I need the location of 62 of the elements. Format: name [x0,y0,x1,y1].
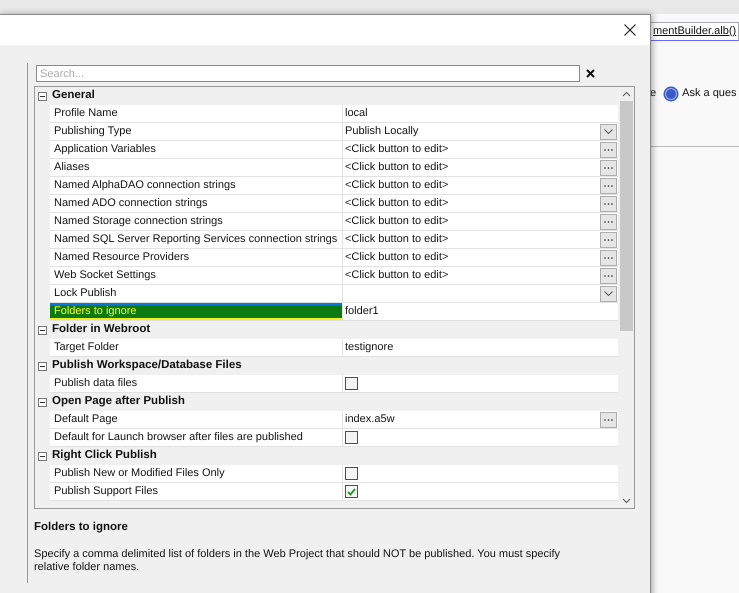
property-name[interactable]: Web Socket Settings [50,267,342,285]
collapse-toggle[interactable] [38,362,47,370]
help-link[interactable]: Ask a ques [682,85,737,102]
minus-icon [40,94,45,98]
ellipsis-button[interactable] [600,142,617,158]
search-field[interactable]: Search... [36,65,580,82]
property-name[interactable]: Named Storage connection strings [50,213,342,231]
property-name[interactable]: Publishing Type [50,123,342,141]
minus-icon [40,400,45,404]
ellipsis-button[interactable] [600,160,617,176]
description-title: Folders to ignore [34,520,129,535]
property-name[interactable]: Folders to ignore [50,303,342,321]
group-header: General [52,88,95,104]
property-name[interactable]: Named Resource Providers [50,249,342,267]
property-name[interactable]: Named AlphaDAO connection strings [50,177,342,195]
check-icon [347,488,356,496]
property-name[interactable]: Aliases [50,159,342,177]
property-name[interactable]: Profile Name [50,105,342,123]
group-header: Open Page after Publish [52,394,185,410]
minus-icon [40,328,45,332]
description-text: Specify a comma delimited list of folders in the Web Project that should NOT be published. You must specify relative folder names. [34,548,562,574]
property-name[interactable]: Default for Launch browser after files are published [50,429,342,447]
property-name[interactable]: Publish data files [50,375,342,393]
group-header: Right Click Publish [52,448,157,464]
minus-icon [40,364,45,368]
property-value[interactable]: index.a5w [345,411,395,428]
ellipsis-button[interactable] [600,250,617,266]
chevron-down-icon [604,291,613,296]
ellipsis-button[interactable] [600,232,617,248]
ellipsis-button[interactable] [600,214,617,230]
property-name[interactable]: Target Folder [50,339,342,357]
property-value[interactable]: local [345,105,368,122]
group-header: Publish Workspace/Database Files [52,358,242,374]
ellipsis-button[interactable] [600,178,617,194]
property-name[interactable]: Default Page [50,411,342,429]
property-value[interactable]: testignore [345,339,394,356]
checkbox[interactable] [345,467,358,480]
collapse-toggle[interactable] [38,452,47,460]
dropdown-button[interactable] [600,286,617,302]
group-header: Folder in Webroot [52,322,150,338]
property-name[interactable]: Application Variables [50,141,342,159]
clear-icon[interactable] [586,69,595,78]
ellipsis-button[interactable] [600,268,617,284]
collapse-toggle[interactable] [38,92,47,100]
dropdown-button[interactable] [600,124,617,140]
property-name[interactable]: Named SQL Server Reporting Services connection strings [50,231,342,249]
chevron-down-icon [604,129,613,134]
property-name[interactable]: Publish Support Files [50,483,342,501]
collapse-toggle[interactable] [38,398,47,406]
ellipsis-button[interactable] [600,412,617,428]
close-icon [624,24,636,36]
checkbox[interactable] [345,485,358,498]
minus-icon [40,454,45,458]
ellipsis-button[interactable] [600,196,617,212]
property-name[interactable]: Named ADO connection strings [50,195,342,213]
collapse-toggle[interactable] [38,326,47,334]
property-name[interactable]: Publish New or Modified Files Only [50,465,342,483]
property-name[interactable]: Lock Publish [50,285,342,303]
document-tab[interactable]: mentBuilder.alb() [650,22,739,40]
checkbox[interactable] [345,431,358,444]
checkbox[interactable] [345,377,358,390]
property-value[interactable]: folder1 [345,303,379,320]
